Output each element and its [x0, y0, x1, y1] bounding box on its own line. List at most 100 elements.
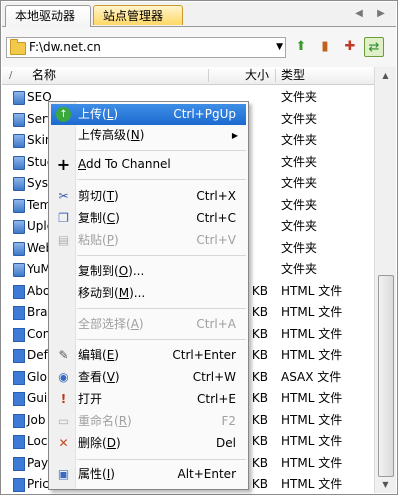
path-value: F:\dw.net.cn: [29, 40, 101, 54]
path-toolbar: F:\dw.net.cn ▼ ⬆ ▮ ✚ ⇄: [2, 27, 396, 68]
html-file-icon: [13, 370, 25, 385]
menu-shortcut: Alt+Enter: [177, 467, 236, 481]
folder-icon: [13, 155, 25, 170]
exclamation-icon: !: [60, 392, 67, 406]
menu-item-delete[interactable]: ✕ 删除(D) Del: [51, 433, 246, 454]
file-type: HTML 文件: [281, 412, 343, 427]
menu-item-label: 剪切(T): [78, 189, 119, 203]
html-file-icon: [13, 435, 25, 449]
file-type: HTML 文件: [281, 391, 343, 405]
menu-item-move-to[interactable]: 移动到(M)...: [51, 283, 246, 304]
rename-icon: ▭: [57, 414, 70, 428]
html-file-icon: [13, 478, 25, 492]
menu-item-rename[interactable]: ▭ 重命名(R) F2: [51, 411, 246, 432]
menu-shortcut: Ctrl+V: [196, 233, 236, 247]
file-type: HTML 文件: [281, 348, 343, 362]
folder-icon: [13, 91, 25, 105]
tab-strip: 本地驱动器 站点管理器 ◀ ▶: [2, 2, 396, 27]
tab-site-manager[interactable]: 站点管理器: [93, 5, 183, 25]
file-type: 文件夹: [281, 197, 318, 212]
menu-item-view[interactable]: ◉ 查看(V) Ctrl+W: [51, 367, 246, 388]
file-type: ASAX 文件: [281, 369, 342, 384]
column-divider[interactable]: [208, 69, 209, 82]
menu-separator: [77, 308, 246, 309]
menu-separator: [77, 339, 246, 340]
file-type: 文件夹: [281, 154, 318, 169]
sort-indicator-icon: /: [9, 70, 13, 81]
column-name[interactable]: 名称: [32, 67, 56, 84]
menu-item-properties[interactable]: ▣ 属性(I) Alt+Enter: [51, 464, 246, 485]
file-type: HTML 文件: [281, 477, 343, 491]
chevron-down-icon[interactable]: ▼: [276, 38, 283, 57]
menu-item-label: 重命名(R): [78, 414, 132, 428]
new-folder-icon[interactable]: ✚: [340, 37, 360, 57]
refresh-icon[interactable]: ⇄: [364, 37, 384, 57]
menu-item-upload[interactable]: ↑ 上传(L) Ctrl+PgUp: [51, 104, 246, 125]
file-name: Con: [27, 326, 51, 341]
path-combobox[interactable]: F:\dw.net.cn ▼: [6, 37, 286, 58]
menu-item-label: 打开: [78, 392, 103, 406]
file-name: Abo: [27, 283, 51, 298]
menu-item-paste[interactable]: ▤ 粘贴(P) Ctrl+V: [51, 230, 246, 251]
menu-item-label: 全部选择(A): [78, 317, 144, 331]
file-type: 文件夹: [281, 219, 318, 233]
plus-icon: +: [56, 155, 71, 174]
bookmark-icon[interactable]: ▮: [315, 37, 335, 57]
menu-shortcut: Ctrl+PgUp: [173, 107, 236, 121]
menu-item-cut[interactable]: ✂ 剪切(T) Ctrl+X: [51, 186, 246, 207]
menu-item-label: 移动到(M)...: [78, 286, 146, 300]
menu-separator: [77, 255, 246, 256]
file-type: HTML 文件: [281, 434, 343, 448]
html-file-icon: [13, 413, 25, 428]
menu-item-label: Add To Channel: [78, 157, 171, 171]
html-file-icon: [13, 392, 25, 406]
copy-icon: ❐: [58, 211, 69, 225]
tab-scroll-left-icon[interactable]: ◀: [352, 6, 366, 22]
ftp-client-window: 本地驱动器 站点管理器 ◀ ▶ F:\dw.net.cn ▼ ⬆ ▮ ✚ ⇄ /…: [0, 0, 398, 495]
edit-icon: ✎: [58, 348, 69, 362]
tab-scroll-right-icon[interactable]: ▶: [374, 6, 388, 22]
file-type: HTML 文件: [281, 283, 343, 298]
tab-local-drives[interactable]: 本地驱动器: [5, 5, 91, 27]
file-list-header: / 名称 大小 类型: [2, 67, 374, 85]
html-file-icon: [13, 327, 25, 342]
scroll-up-icon[interactable]: ▲: [375, 67, 396, 84]
menu-separator: [77, 150, 246, 151]
column-divider[interactable]: [275, 69, 276, 82]
folder-icon: [13, 263, 25, 277]
menu-shortcut: F2: [221, 414, 236, 428]
scrollbar-thumb[interactable]: [378, 275, 394, 477]
paste-icon: ▤: [57, 233, 70, 247]
menu-item-copy-to[interactable]: 复制到(O)...: [51, 261, 246, 282]
menu-item-label: 查看(V): [78, 370, 120, 384]
column-type[interactable]: 类型: [281, 67, 305, 84]
menu-shortcut: Ctrl+Enter: [172, 348, 236, 362]
upload-icon: ↑: [56, 107, 71, 122]
context-menu: ↑ 上传(L) Ctrl+PgUp 上传高级(N) ▶ + Add To Cha…: [48, 101, 249, 490]
file-type: 文件夹: [281, 240, 318, 255]
menu-item-open[interactable]: ! 打开 Ctrl+E: [51, 389, 246, 410]
up-folder-icon[interactable]: ⬆: [291, 37, 311, 57]
scroll-down-icon[interactable]: ▼: [375, 476, 396, 493]
folder-icon: [13, 198, 25, 213]
menu-item-select-all[interactable]: 全部选择(A) Ctrl+A: [51, 314, 246, 335]
file-type: HTML 文件: [281, 455, 343, 470]
folder-icon: [13, 220, 25, 234]
folder-icon: [10, 39, 26, 55]
menu-item-upload-advanced[interactable]: 上传高级(N) ▶: [51, 125, 246, 146]
html-file-icon: [13, 456, 25, 471]
folder-icon: [13, 112, 25, 127]
column-size[interactable]: 大小: [245, 67, 269, 84]
vertical-scrollbar[interactable]: ▲ ▼: [374, 67, 396, 493]
folder-icon: [13, 134, 25, 148]
menu-item-edit[interactable]: ✎ 编辑(E) Ctrl+Enter: [51, 345, 246, 366]
menu-shortcut: Del: [216, 436, 236, 450]
menu-item-label: 粘贴(P): [78, 233, 119, 247]
file-type: HTML 文件: [281, 305, 343, 319]
file-name: Pric: [27, 477, 49, 491]
menu-shortcut: Ctrl+X: [196, 189, 236, 203]
menu-item-copy[interactable]: ❐ 复制(C) Ctrl+C: [51, 208, 246, 229]
menu-item-label: 上传高级(N): [78, 128, 145, 142]
html-file-icon: [13, 284, 25, 299]
menu-item-add-to-channel[interactable]: + Add To Channel: [51, 154, 246, 175]
